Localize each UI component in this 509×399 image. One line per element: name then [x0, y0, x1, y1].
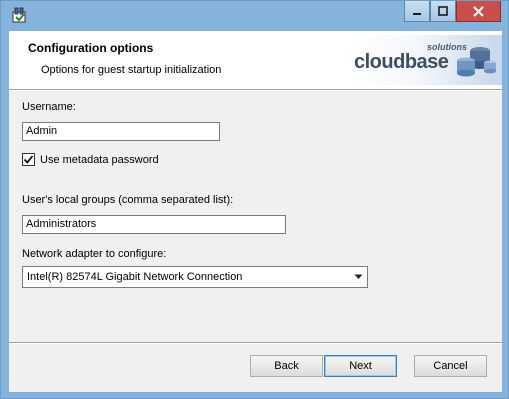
setup-window: Configuration options Options for guest … [0, 0, 509, 399]
installer-icon [11, 6, 29, 24]
dialog-client: Configuration options Options for guest … [9, 31, 502, 392]
logo-word: cloudbase [354, 51, 449, 73]
maximize-icon [438, 6, 448, 16]
next-button[interactable]: Next [324, 355, 397, 377]
network-adapter-select[interactable]: Intel(R) 82574L Gigabit Network Connecti… [22, 266, 368, 288]
groups-input[interactable]: Administrators [22, 215, 286, 234]
wizard-header: Configuration options Options for guest … [9, 31, 502, 89]
groups-label: User's local groups (comma separated lis… [22, 194, 234, 206]
network-adapter-value: Intel(R) 82574L Gigabit Network Connecti… [27, 271, 243, 283]
chevron-down-icon [354, 274, 363, 279]
checkmark-icon [23, 155, 34, 164]
close-button[interactable] [456, 1, 501, 22]
title-bar[interactable] [1, 1, 508, 31]
header-divider [9, 89, 502, 91]
cloudbase-logo: solutions cloudbase [348, 35, 502, 85]
footer-divider [9, 342, 502, 344]
back-button[interactable]: Back [250, 355, 323, 377]
metadata-password-label: Use metadata password [40, 153, 159, 166]
close-icon [473, 5, 484, 17]
metadata-password-option[interactable]: Use metadata password [22, 153, 159, 166]
page-title: Configuration options [28, 41, 154, 55]
network-adapter-label: Network adapter to configure: [22, 248, 167, 260]
page-subtitle: Options for guest startup initialization [41, 64, 222, 76]
cancel-button[interactable]: Cancel [414, 355, 487, 377]
database-icon [457, 47, 496, 77]
minimize-button[interactable] [404, 1, 430, 22]
maximize-button[interactable] [430, 1, 456, 22]
username-label: Username: [22, 101, 76, 113]
metadata-password-checkbox[interactable] [22, 153, 35, 166]
minimize-icon [413, 13, 421, 15]
username-input[interactable]: Admin [22, 122, 220, 141]
